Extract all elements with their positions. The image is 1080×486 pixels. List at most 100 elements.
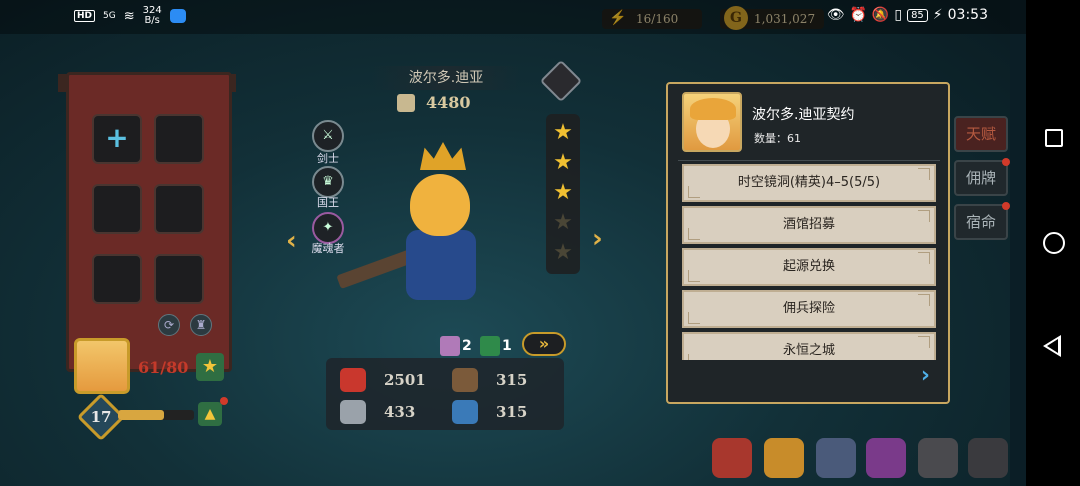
tab-talent[interactable]: 天赋 [954, 116, 1008, 152]
source-label: 起源兑换 [782, 259, 835, 274]
emblem-icon [480, 336, 500, 356]
star-up-button[interactable]: ★ [196, 353, 224, 381]
item-b-stat[interactable]: 1 [480, 334, 512, 358]
signal-icon: 5G [103, 11, 116, 21]
hero-armor [406, 230, 476, 300]
heart-icon [340, 368, 366, 392]
hero-power: 4480 [426, 93, 471, 112]
battery-icon: 85 [907, 8, 928, 22]
hero-shard-portrait[interactable] [74, 338, 130, 394]
equip-slot-ring[interactable] [92, 254, 142, 304]
magic-shield-icon [452, 400, 478, 424]
portrait-hair [690, 98, 736, 120]
destiny-notification-dot [1002, 202, 1010, 210]
level-progress-bar [118, 410, 194, 420]
network-speed: 324 B/s [143, 6, 162, 26]
swap-equipment-button[interactable]: ⟳ [158, 314, 180, 336]
contract-portrait [682, 92, 742, 152]
equip-slot-pants[interactable] [154, 184, 204, 234]
wifi-icon: ≋ [123, 8, 135, 24]
next-page-arrow-icon[interactable]: › [921, 363, 930, 388]
game-scene: ⚡ 16/160 G 1,031,027 + ⟳ ♜ 61/80 ★ 17 ▲ … [0, 0, 1010, 486]
source-item[interactable]: 永恒之城 [682, 332, 936, 360]
status-bar: HD 5G ≋ 324 B/s 👁 ⏰ 🔕 ▯ 85 ⚡ 03:53 [0, 0, 1080, 34]
hero-crown [420, 142, 466, 170]
star-rating: ★ ★ ★ ★ ★ [546, 114, 580, 274]
source-item[interactable]: 酒馆招募 [682, 206, 936, 244]
mask-menu-icon[interactable] [918, 438, 958, 478]
hero-stats-panel: 2501 315 433 315 [326, 358, 564, 430]
item-b-count: 1 [502, 338, 512, 354]
fist-icon [397, 94, 415, 112]
source-list[interactable]: 时空镜洞(精英)4–5(5/5) 酒馆招募 起源兑换 佣兵探险 永恒之城 [682, 164, 936, 360]
equip-slot-armor[interactable] [154, 114, 204, 164]
hd-indicator: HD [74, 10, 96, 22]
armor-value: 315 [496, 371, 528, 389]
star-filled-icon: ★ [553, 120, 573, 145]
armor-stat: 315 [452, 368, 527, 392]
net-speed-unit: B/s [144, 15, 160, 26]
star-filled-icon: ★ [553, 150, 573, 175]
bag-button[interactable]: ♜ [190, 314, 212, 336]
star-empty-icon: ★ [553, 240, 573, 265]
exit-menu-icon[interactable] [968, 438, 1008, 478]
level-up-notification-dot [220, 397, 228, 405]
mute-icon: 🔕 [871, 7, 890, 23]
level-up-button[interactable]: ▲ [198, 402, 222, 426]
hero-head [410, 174, 470, 236]
android-nav-bar [1026, 0, 1080, 486]
star-filled-icon: ★ [553, 180, 573, 205]
source-label: 佣兵探险 [782, 301, 835, 316]
magic-resist-value: 315 [496, 403, 528, 421]
back-icon-inner [1047, 339, 1058, 353]
hero-character [336, 140, 506, 310]
level-progress-fill [118, 410, 164, 420]
source-item[interactable]: 时空镜洞(精英)4–5(5/5) [682, 164, 936, 202]
star-empty-icon: ★ [553, 210, 573, 235]
cloud-app-icon [169, 9, 186, 23]
hp-stat: 2501 [340, 368, 426, 392]
crossed-swords-icon [340, 400, 366, 424]
next-hero-arrow[interactable]: › [592, 226, 606, 252]
source-label: 时空镜洞(精英)4–5(5/5) [737, 175, 881, 190]
equip-slot-helmet[interactable] [92, 184, 142, 234]
cards-menu-icon[interactable] [866, 438, 906, 478]
mercenary-card-notification-dot [1002, 158, 1010, 166]
magic-resist-stat: 315 [452, 400, 527, 424]
attack-value: 433 [384, 403, 416, 421]
item-a-count: 2 [462, 338, 472, 354]
contract-source-popup: 波尔多.迪亚契约 数量：61 时空镜洞(精英)4–5(5/5) 酒馆招募 起源兑… [666, 82, 950, 404]
scroll-icon [440, 336, 460, 356]
recent-apps-icon[interactable] [1045, 129, 1063, 147]
source-label: 永恒之城 [782, 343, 835, 358]
hp-value: 2501 [384, 371, 426, 389]
equip-slot-add[interactable]: + [92, 114, 142, 164]
alarm-icon: ⏰ [849, 7, 867, 23]
shard-count: 61/80 [138, 358, 189, 377]
equip-slot-necklace[interactable] [154, 254, 204, 304]
clock: 03:53 [947, 7, 988, 23]
hero-name: 波尔多.迪亚 [372, 66, 520, 90]
item-a-stat[interactable]: 2 [440, 334, 472, 358]
tab-mercenary-card[interactable]: 佣牌 [954, 160, 1008, 196]
popup-title: 波尔多.迪亚契约 [752, 107, 855, 123]
chest-menu-icon[interactable] [764, 438, 804, 478]
fast-forward-button[interactable]: » [522, 332, 566, 356]
popup-divider [678, 160, 940, 161]
source-item[interactable]: 起源兑换 [682, 248, 936, 286]
source-item[interactable]: 佣兵探险 [682, 290, 936, 328]
level-value: 17 [90, 408, 112, 426]
attack-stat: 433 [340, 400, 415, 424]
skin-button[interactable] [539, 59, 583, 103]
previous-hero-arrow[interactable]: ‹ [286, 228, 300, 254]
source-label: 酒馆招募 [782, 217, 835, 232]
popup-quantity: 数量：61 [754, 132, 801, 145]
home-icon[interactable] [1043, 232, 1065, 254]
tab-destiny[interactable]: 宿命 [954, 204, 1008, 240]
scroll-menu-icon[interactable] [712, 438, 752, 478]
chess-menu-icon[interactable] [816, 438, 856, 478]
vibrate-icon: ▯ [894, 7, 903, 23]
shield-icon [452, 368, 478, 392]
charging-icon: ⚡ [932, 7, 943, 23]
eye-icon: 👁 [826, 7, 845, 23]
